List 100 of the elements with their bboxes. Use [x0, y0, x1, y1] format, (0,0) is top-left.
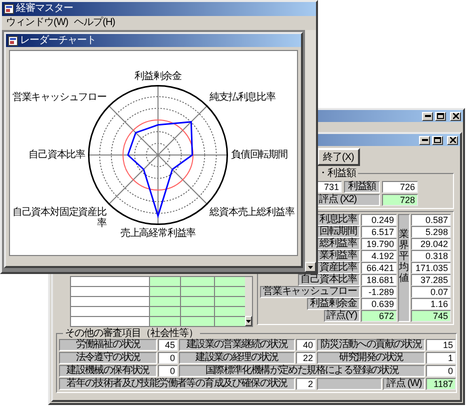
grid-cell[interactable]	[150, 287, 180, 296]
field-label: 建設業の営業継続の状況	[179, 339, 295, 351]
scroll-down-button[interactable]	[305, 262, 316, 272]
field-label: 利益剰余金	[306, 298, 360, 310]
window-icon	[4, 4, 14, 14]
value-field: 0	[158, 365, 178, 377]
value-field: 37.285	[411, 274, 451, 286]
value-field: 0	[158, 352, 178, 364]
grid-cell[interactable]	[181, 277, 214, 286]
field-label: 労働福祉の状況	[59, 339, 157, 351]
scroll-down-button[interactable]	[245, 316, 252, 326]
grid-cell[interactable]	[215, 297, 245, 306]
axis-label: 自己資本対固定資産比率	[11, 206, 106, 229]
grid-cell[interactable]	[215, 277, 245, 286]
grid-cell[interactable]	[150, 297, 180, 306]
value-field: -1.289	[361, 286, 397, 298]
axis-label: 負債回転期間	[231, 150, 288, 160]
scrollbar[interactable]	[305, 30, 316, 272]
close-button[interactable]	[447, 136, 458, 144]
field-label: 建設業の経理の状況	[179, 352, 295, 364]
value-field: 0.249	[361, 214, 397, 226]
field-label: 回転期間	[316, 226, 360, 238]
minimize-button[interactable]	[422, 112, 433, 120]
window-title: 経審マスター	[16, 3, 73, 15]
window-icon	[8, 36, 18, 46]
value-field: 0.318	[411, 250, 451, 262]
score-field: 1187	[426, 378, 456, 390]
field-label: 業利益率	[316, 250, 360, 262]
maximize-icon	[434, 137, 441, 143]
value-field: 15	[426, 339, 456, 351]
maximize-button[interactable]	[432, 136, 443, 144]
value-field: 29.042	[411, 238, 451, 250]
grid-cell[interactable]	[71, 317, 149, 326]
field-label: 若年の技術者及び技能労働者等の育成及び確保の状況	[59, 378, 295, 390]
grid-cell[interactable]	[181, 317, 214, 326]
field-label: 建設機械の保有状況	[59, 365, 157, 377]
value-field: 2	[296, 378, 316, 390]
value-field: 1.16	[411, 298, 451, 310]
close-icon	[450, 137, 456, 143]
score-field: 745	[411, 310, 451, 322]
menu-item[interactable]: ヘルプ(H)	[74, 17, 115, 29]
grid-cell[interactable]	[150, 307, 180, 316]
minimize-button[interactable]	[419, 136, 430, 144]
grid-cell[interactable]	[71, 297, 149, 306]
field-label: 法令遵守の状況	[59, 352, 157, 364]
axis-label: 営業キャッシュフロー	[12, 92, 106, 104]
field-label: 評点 (X2)	[316, 194, 380, 206]
column-label: 業界平均値	[398, 214, 410, 322]
axis-label: 総資本売上総利益率	[210, 206, 294, 218]
menu-item[interactable]: ウィンドウ(W)	[6, 17, 68, 29]
grid-cell[interactable]	[215, 307, 245, 316]
score-field: 672	[361, 310, 397, 322]
value-field: 45	[158, 339, 178, 351]
value-field: 22	[296, 352, 316, 364]
scrollbar[interactable]	[245, 277, 252, 326]
field-label: 営業キャッシュフロー	[260, 286, 360, 298]
grid-cell[interactable]	[150, 317, 180, 326]
down-arrow-icon	[246, 320, 251, 322]
grid-cell[interactable]	[215, 317, 245, 326]
exit-button[interactable]: 終了(X)	[317, 148, 360, 166]
field-label: 研究開発の状況	[317, 352, 425, 364]
group-title: ・利益額	[317, 168, 358, 179]
field-label: 評点 (W)	[383, 378, 425, 390]
value-field: 40	[296, 339, 316, 351]
value-field: 0.587	[411, 214, 451, 226]
maximize-button[interactable]	[435, 112, 446, 120]
value-field: 4.192	[361, 250, 397, 262]
grid-cell[interactable]	[150, 277, 180, 286]
grid-cell[interactable]	[181, 287, 214, 296]
field-label: 総利益率	[316, 238, 360, 250]
window-title: レーダーチャート	[20, 34, 96, 46]
value-field: 171.035	[411, 262, 451, 274]
value-field: 18.681	[361, 274, 397, 286]
grid-cell[interactable]	[71, 277, 149, 286]
close-icon	[452, 113, 458, 119]
maximize-icon	[437, 113, 444, 119]
minimize-icon	[422, 139, 428, 141]
value-field: 1	[426, 352, 456, 364]
axis-label: 自己資本比率	[28, 150, 85, 160]
field-label: 資産比率	[316, 262, 360, 274]
axis-label: 純支払利息比率	[210, 92, 276, 104]
grid-cell[interactable]	[181, 297, 214, 306]
grid-cell[interactable]	[181, 307, 214, 316]
value-field: 731	[316, 181, 342, 193]
value-field: 5.298	[411, 226, 451, 238]
field-label: 利息比率	[316, 214, 360, 226]
grid-cell[interactable]	[215, 287, 245, 296]
value-field: 6.517	[361, 226, 397, 238]
value-field: 0.07	[411, 286, 451, 298]
field-label: 利益額	[344, 181, 380, 193]
value-field: 726	[382, 181, 418, 193]
value-field: 66.421	[361, 262, 397, 274]
axis-label: 利益剰余金	[134, 71, 182, 82]
value-field: 0.639	[361, 298, 397, 310]
grid-cell[interactable]	[71, 287, 149, 296]
score-field: 728	[382, 194, 418, 206]
down-arrow-icon	[308, 266, 313, 268]
field-label: 防災活動への貢献の状況	[317, 339, 425, 351]
grid-cell[interactable]	[71, 307, 149, 316]
close-button[interactable]	[450, 112, 461, 120]
